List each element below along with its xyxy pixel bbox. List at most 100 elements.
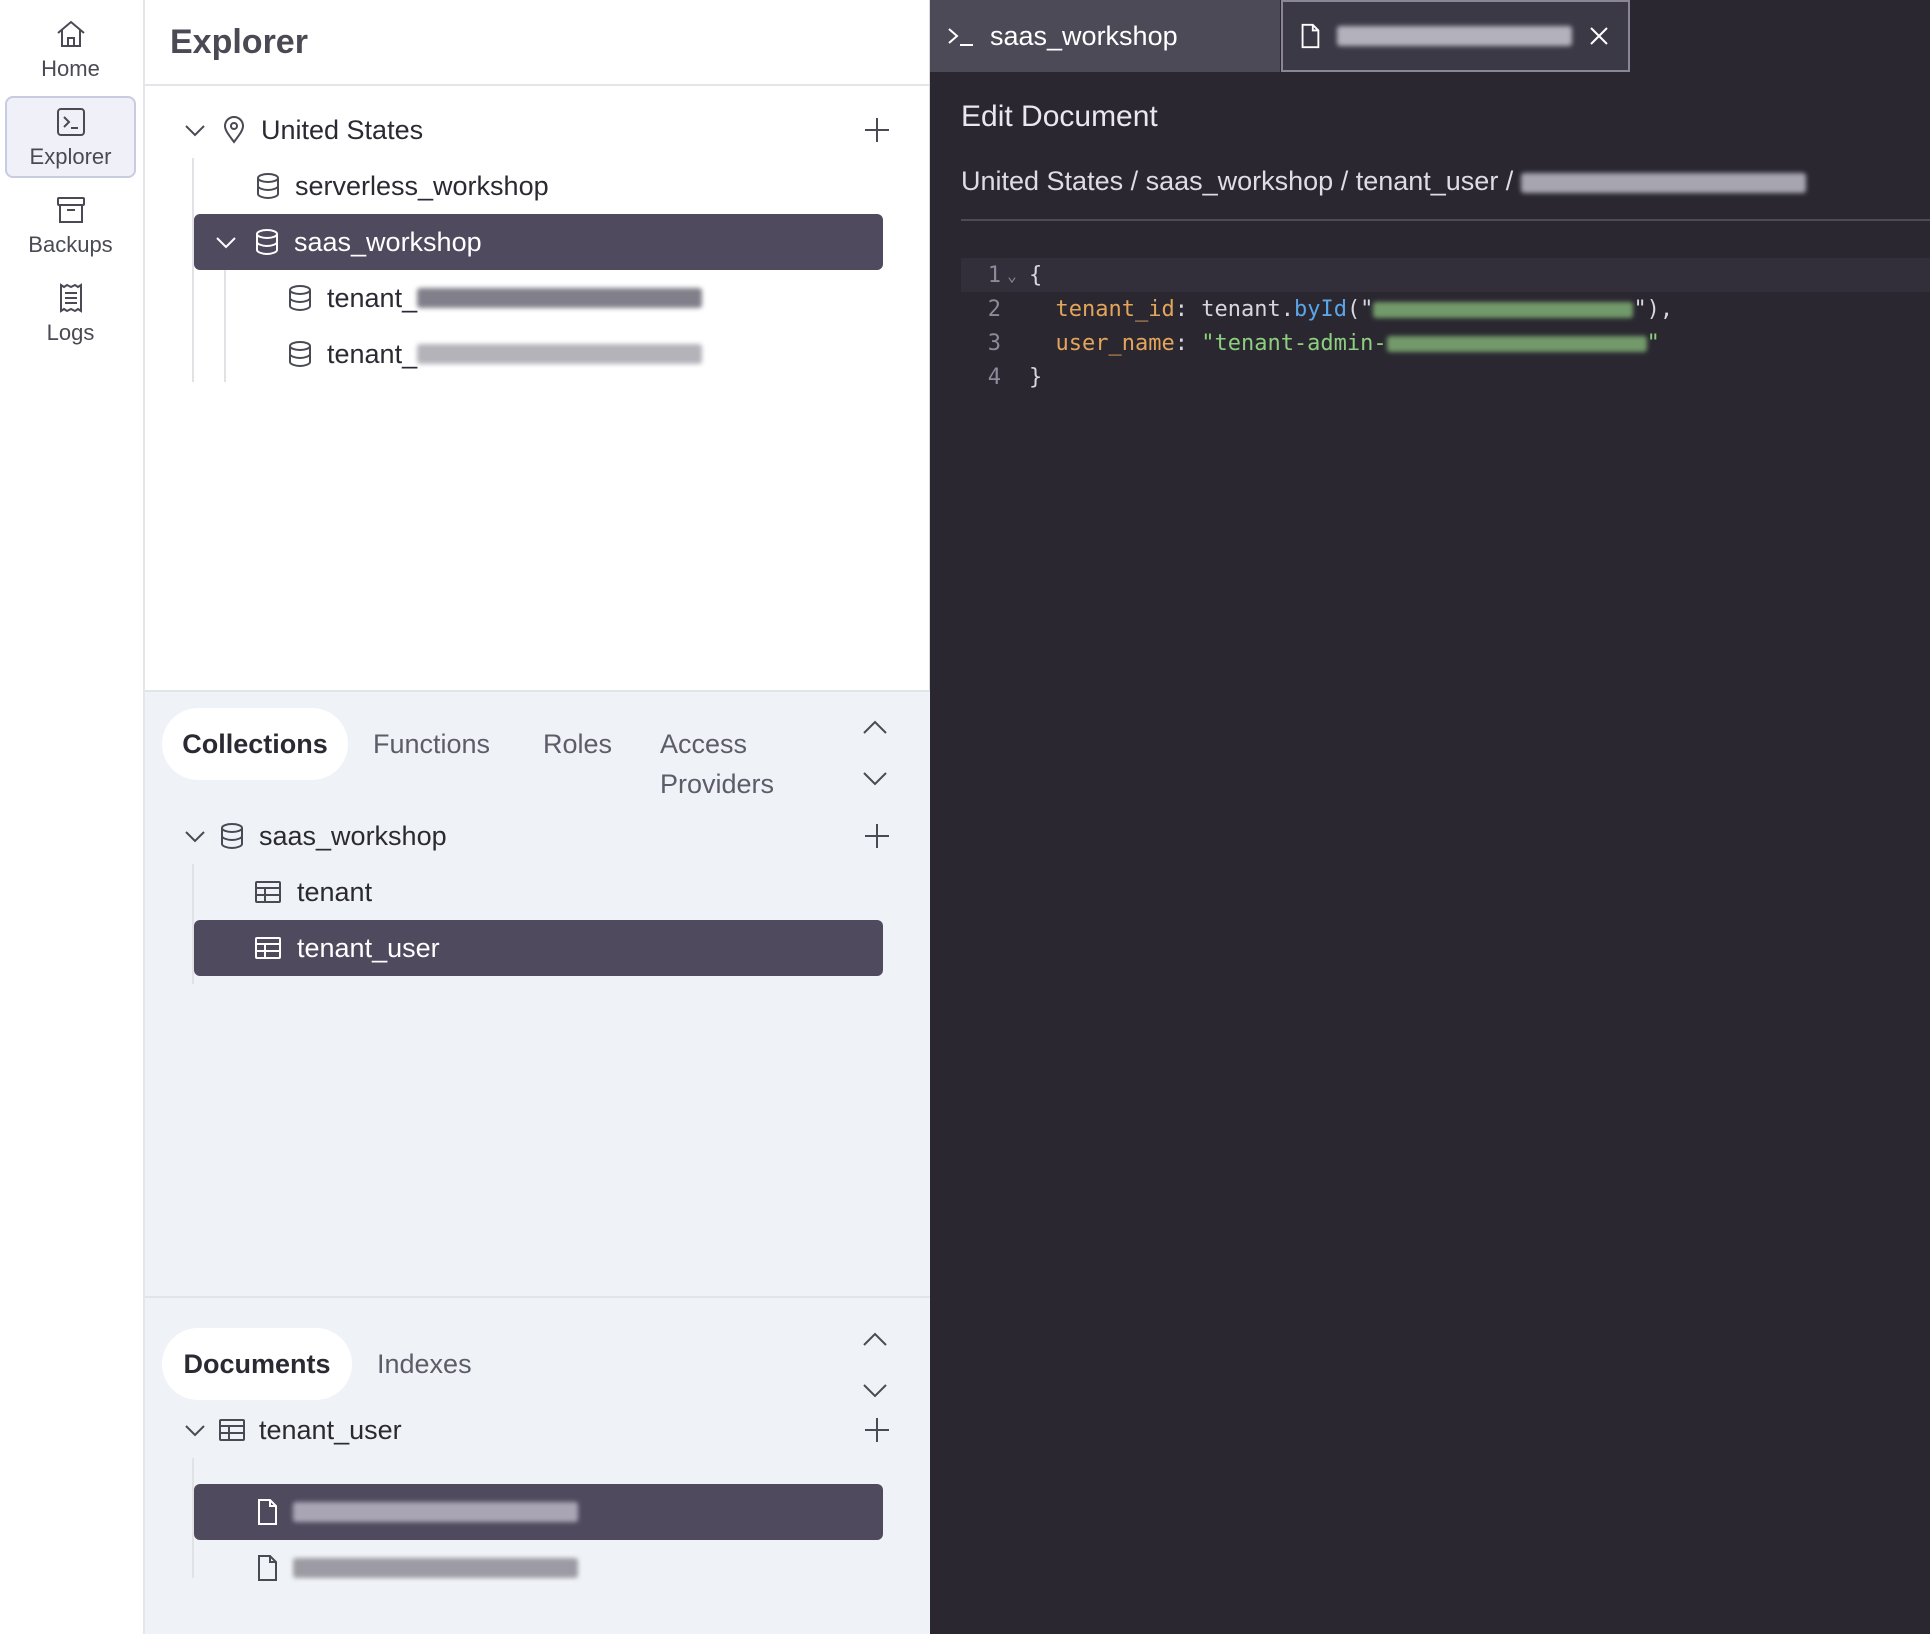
editor-panel: saas_workshop Edit Document United State…: [930, 0, 1930, 1634]
nav-item-home[interactable]: Home: [5, 8, 136, 90]
breadcrumb-path: United States / saas_workshop / tenant_u…: [961, 166, 1521, 196]
code-line: 1 ⌄ {: [961, 258, 1930, 292]
tab-roles[interactable]: Roles: [543, 724, 612, 764]
region-label: United States: [261, 114, 424, 145]
collection-label: tenant_user: [259, 1414, 402, 1445]
database-icon: [221, 823, 243, 850]
database-label: saas_workshop: [259, 820, 447, 851]
code-editor[interactable]: 1 ⌄ { 2 tenant_id: tenant.byId(" "), 3 us…: [961, 258, 1930, 394]
database-label: serverless_workshop: [295, 170, 549, 201]
code-token: {: [1029, 262, 1043, 288]
chevron-down-icon: [185, 1425, 205, 1437]
archive-icon: [56, 197, 85, 223]
redacted-text: [417, 288, 703, 308]
nav-item-label: Home: [41, 56, 100, 81]
tree-guide: [192, 158, 194, 382]
redacted-text: [417, 344, 703, 364]
table-icon: [219, 1419, 245, 1441]
code-line: 2 tenant_id: tenant.byId(" "),: [961, 292, 1930, 326]
editor-title: Edit Document: [961, 100, 1158, 133]
file-icon: [1301, 23, 1320, 49]
child-database-label: tenant_: [327, 338, 418, 369]
collections-section: Collections Functions Roles Access Provi…: [145, 690, 930, 1298]
chevron-down-icon: [185, 831, 205, 843]
tree-row-collection[interactable]: tenant: [253, 864, 853, 920]
receipt-icon: [59, 283, 82, 313]
editor-tabbar: saas_workshop: [930, 0, 1930, 72]
tree-row-database[interactable]: serverless_workshop: [253, 158, 853, 214]
tab-label: saas_workshop: [990, 20, 1178, 51]
add-document-icon[interactable]: [860, 1413, 894, 1447]
nav-item-backups[interactable]: Backups: [5, 184, 136, 266]
tab-shell[interactable]: saas_workshop: [930, 0, 1280, 72]
divider: [961, 219, 1930, 221]
code-line: 4 }: [961, 360, 1930, 394]
code-token: .: [1280, 296, 1294, 322]
code-text: }: [1023, 365, 1042, 390]
redacted-text: [1373, 301, 1634, 318]
nav-item-logs[interactable]: Logs: [5, 272, 136, 354]
code-text: tenant_id: tenant.byId(" "),: [1023, 296, 1674, 322]
code-text: {: [1023, 263, 1042, 288]
tree-row-document-selected[interactable]: [194, 1484, 883, 1540]
redacted-text: [1386, 335, 1647, 352]
explorer-header: Explorer: [145, 0, 929, 86]
tree-row-region[interactable]: United States: [181, 102, 881, 158]
map-pin-icon: [223, 116, 245, 144]
tree-row-document[interactable]: [253, 1540, 853, 1596]
tab-label-line: Access: [660, 729, 748, 759]
code-token: "),: [1633, 296, 1674, 322]
line-number: 4: [987, 364, 1001, 390]
tree-row-database[interactable]: saas_workshop: [181, 808, 781, 864]
code-string: "tenant-admin-: [1201, 330, 1387, 356]
code-token: tenant: [1201, 296, 1281, 322]
line-number: 1: [987, 262, 1001, 288]
code-token: :: [1174, 296, 1202, 322]
explorer-title: Explorer: [170, 22, 308, 61]
nav-item-label: Backups: [28, 232, 113, 257]
code-function: byId: [1293, 296, 1347, 322]
chevron-down-icon[interactable]: [859, 762, 891, 794]
chevron-down-icon: [185, 125, 205, 137]
child-database-label: tenant_: [327, 282, 418, 313]
add-database-icon[interactable]: [860, 113, 894, 147]
database-icon: [256, 229, 278, 256]
terminal-icon: [56, 108, 85, 136]
tree-row-child-database[interactable]: tenant_: [285, 270, 845, 326]
database-icon: [289, 341, 311, 368]
code-string: ": [1646, 330, 1660, 356]
close-icon[interactable]: [1586, 23, 1612, 49]
tab-functions[interactable]: Functions: [373, 724, 490, 764]
collection-label: tenant_user: [297, 932, 440, 963]
table-icon: [255, 881, 281, 903]
tab-collections[interactable]: Collections: [162, 708, 348, 780]
chevron-up-icon[interactable]: [859, 1324, 891, 1356]
nav-item-label: Explorer: [29, 144, 112, 169]
tab-indexes[interactable]: Indexes: [377, 1344, 472, 1384]
code-text: user_name: "tenant-admin- ": [1023, 331, 1660, 356]
documents-section: Documents Indexes tenant_user: [145, 1296, 930, 1634]
chevron-up-icon[interactable]: [859, 712, 891, 744]
line-number: 3: [987, 330, 1001, 356]
tree-row-database-selected[interactable]: saas_workshop: [194, 214, 883, 270]
redacted-text: [1337, 26, 1572, 46]
tree-row-collection-selected[interactable]: tenant_user: [194, 920, 883, 976]
tab-label-line: Providers: [660, 769, 775, 799]
tree-row-collection[interactable]: tenant_user: [181, 1402, 781, 1458]
nav-item-explorer[interactable]: Explorer: [5, 96, 136, 178]
fold-chevron-icon[interactable]: ⌄: [1001, 266, 1023, 285]
add-collection-icon[interactable]: [860, 819, 894, 853]
terminal-prompt-icon: [948, 28, 973, 46]
tab-document[interactable]: [1281, 0, 1630, 72]
chevron-down-icon[interactable]: [859, 1374, 891, 1406]
database-label: saas_workshop: [294, 226, 482, 257]
tab-access-providers[interactable]: Access Providers: [660, 724, 800, 804]
tree-row-child-database[interactable]: tenant_: [285, 326, 845, 382]
redacted-text: [293, 1502, 578, 1522]
explorer-panel: Explorer United States serverless_worksh…: [145, 0, 930, 1634]
table-icon: [255, 937, 281, 959]
tree-guide: [224, 270, 226, 382]
tab-documents[interactable]: Documents: [162, 1328, 352, 1400]
code-token: :: [1174, 330, 1202, 356]
file-icon: [258, 1499, 277, 1525]
